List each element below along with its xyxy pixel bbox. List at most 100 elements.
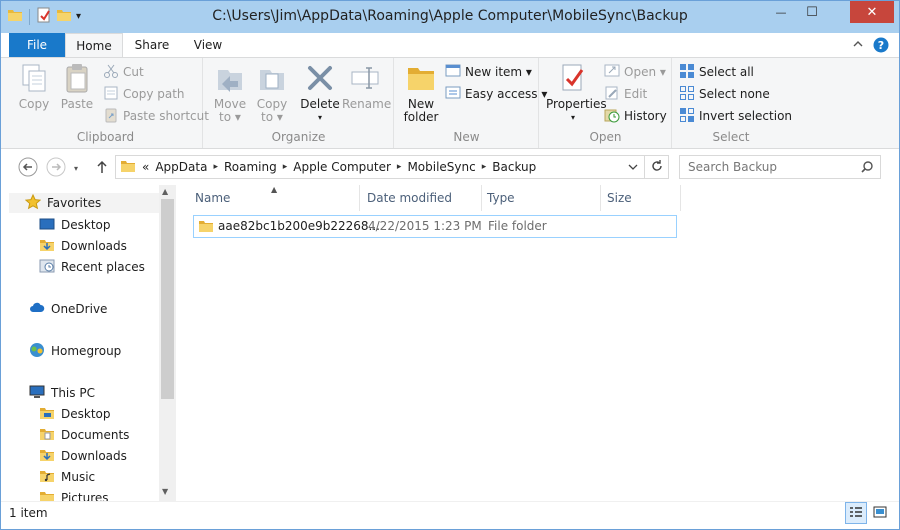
nav-pc-desktop[interactable]: Desktop (39, 404, 111, 424)
new-folder-label-2: folder (403, 110, 439, 124)
cut-button[interactable]: Cut (103, 62, 144, 82)
minimize-ribbon-button[interactable] (853, 37, 863, 51)
back-button[interactable] (17, 157, 39, 179)
breadcrumb-backup[interactable]: Backup (492, 160, 536, 174)
properties-icon[interactable] (36, 7, 52, 26)
breadcrumb-arrow-icon[interactable]: ▸ (213, 162, 218, 172)
nav-onedrive[interactable]: OneDrive (29, 299, 107, 319)
search-box[interactable]: Search Backup (679, 155, 881, 179)
refresh-button[interactable] (644, 156, 668, 178)
paste-button[interactable]: Paste (57, 62, 97, 111)
column-header-type[interactable]: Type (469, 185, 599, 211)
new-group: New folder New item ▾ Easy access ▾ New (395, 58, 547, 148)
search-icon[interactable] (860, 160, 874, 177)
select-all-button[interactable]: Select all (679, 62, 754, 82)
folder-icon (120, 158, 136, 177)
address-bar[interactable]: « AppData ▸ Roaming ▸ Apple Computer ▸ M… (115, 155, 669, 179)
select-none-icon (679, 85, 695, 104)
copy-path-button[interactable]: Copy path (103, 84, 185, 104)
maximize-icon: ☐ (806, 4, 818, 20)
easy-access-button[interactable]: Easy access ▾ (445, 84, 547, 104)
nav-pc-documents[interactable]: Documents (39, 425, 129, 445)
paste-shortcut-button[interactable]: Paste shortcut (103, 106, 209, 126)
breadcrumb-arrow-icon[interactable]: ▸ (397, 162, 402, 172)
title-bar[interactable]: ▾ C:\Users\Jim\AppData\Roaming\Apple Com… (1, 1, 899, 33)
breadcrumb-roaming[interactable]: Roaming (224, 160, 277, 174)
nav-scrollbar[interactable]: ▲ ▼ (159, 185, 176, 501)
up-button[interactable] (91, 157, 113, 179)
nav-pc-music[interactable]: Music (39, 467, 95, 487)
breadcrumb-mobilesync[interactable]: MobileSync (407, 160, 475, 174)
select-all-icon (679, 63, 695, 82)
folder-icon[interactable] (7, 7, 23, 26)
rename-button[interactable]: Rename (342, 62, 391, 111)
tab-file[interactable]: File (9, 33, 65, 57)
qat-dropdown-icon[interactable]: ▾ (76, 11, 81, 22)
nav-label: Recent places (61, 260, 145, 274)
nav-recent-places[interactable]: Recent places (39, 257, 145, 277)
column-divider[interactable] (680, 185, 681, 211)
search-input[interactable]: Search Backup (688, 160, 777, 174)
recent-locations-button[interactable]: ▾ (69, 157, 83, 179)
new-folder-button[interactable]: New folder (399, 62, 443, 124)
select-none-button[interactable]: Select none (679, 84, 770, 104)
open-button[interactable]: Open ▾ (604, 62, 666, 82)
nav-downloads[interactable]: Downloads (39, 236, 127, 256)
large-icons-view-button[interactable] (869, 502, 891, 524)
open-group-label: Open (589, 130, 622, 144)
open-label: Open ▾ (624, 65, 666, 79)
breadcrumb-arrow-icon[interactable]: ▸ (283, 162, 288, 172)
table-row[interactable]: aae82bc1b200e9b22268... 4/22/2015 1:23 P… (193, 215, 677, 238)
edit-button[interactable]: Edit (604, 84, 647, 104)
copy-button[interactable]: Copy (15, 62, 53, 111)
clipboard-group: Copy Paste Cut Copy path Paste shortcut … (9, 58, 209, 148)
new-item-label: New item ▾ (465, 65, 532, 79)
nav-label: This PC (51, 386, 95, 400)
overflow-chevron[interactable]: « (142, 160, 149, 174)
column-header-name[interactable]: Name (177, 185, 359, 211)
invert-selection-button[interactable]: Invert selection (679, 106, 792, 126)
nav-favorites[interactable]: Favorites (9, 193, 159, 213)
new-item-button[interactable]: New item ▾ (445, 62, 532, 82)
select-group-label: Select (712, 130, 750, 144)
properties-button[interactable]: Properties ▾ (546, 62, 607, 124)
nav-pc-downloads[interactable]: Downloads (39, 446, 127, 466)
nav-label: Desktop (61, 218, 111, 232)
forward-button[interactable] (45, 157, 67, 179)
tab-share[interactable]: Share (125, 33, 179, 57)
scrollbar-thumb[interactable] (161, 199, 174, 399)
copy-to-label-2: to ▾ (261, 110, 283, 124)
move-to-button[interactable]: Move to ▾ (210, 62, 250, 124)
copy-path-label: Copy path (123, 87, 185, 101)
delete-button[interactable]: Delete ▾ (300, 62, 340, 124)
cloud-icon (29, 300, 45, 319)
column-header-size[interactable]: Size (589, 185, 679, 211)
copy-to-button[interactable]: Copy to ▾ (252, 62, 292, 124)
scroll-up-icon[interactable]: ▲ (162, 187, 168, 196)
delete-label: Delete (300, 97, 340, 111)
status-bar: 1 item (1, 501, 899, 529)
minimize-button[interactable]: — (767, 1, 795, 23)
explorer-window: ▾ C:\Users\Jim\AppData\Roaming\Apple Com… (0, 0, 900, 530)
nav-this-pc[interactable]: This PC (29, 383, 95, 403)
scroll-down-icon[interactable]: ▼ (162, 487, 168, 496)
help-button[interactable]: ? (873, 37, 889, 56)
breadcrumb-apple-computer[interactable]: Apple Computer (293, 160, 391, 174)
breadcrumb-appdata[interactable]: AppData (155, 160, 207, 174)
nav-desktop[interactable]: Desktop (39, 215, 111, 235)
column-header-date[interactable]: Date modified (349, 185, 481, 211)
close-button[interactable]: ✕ (850, 1, 894, 23)
details-view-button[interactable] (845, 502, 867, 524)
address-dropdown-button[interactable] (622, 156, 644, 178)
breadcrumb-arrow-icon[interactable]: ▸ (482, 162, 487, 172)
tab-home[interactable]: Home (65, 33, 123, 58)
maximize-button[interactable]: ☐ (798, 1, 826, 23)
move-to-icon (214, 62, 246, 94)
nav-homegroup[interactable]: Homegroup (29, 341, 121, 361)
history-button[interactable]: History (604, 106, 667, 126)
nav-pc-pictures[interactable]: Pictures (39, 488, 109, 501)
new-folder-icon[interactable] (56, 7, 72, 26)
star-icon (24, 193, 42, 213)
nav-label: Favorites (47, 196, 102, 210)
tab-view[interactable]: View (181, 33, 235, 57)
